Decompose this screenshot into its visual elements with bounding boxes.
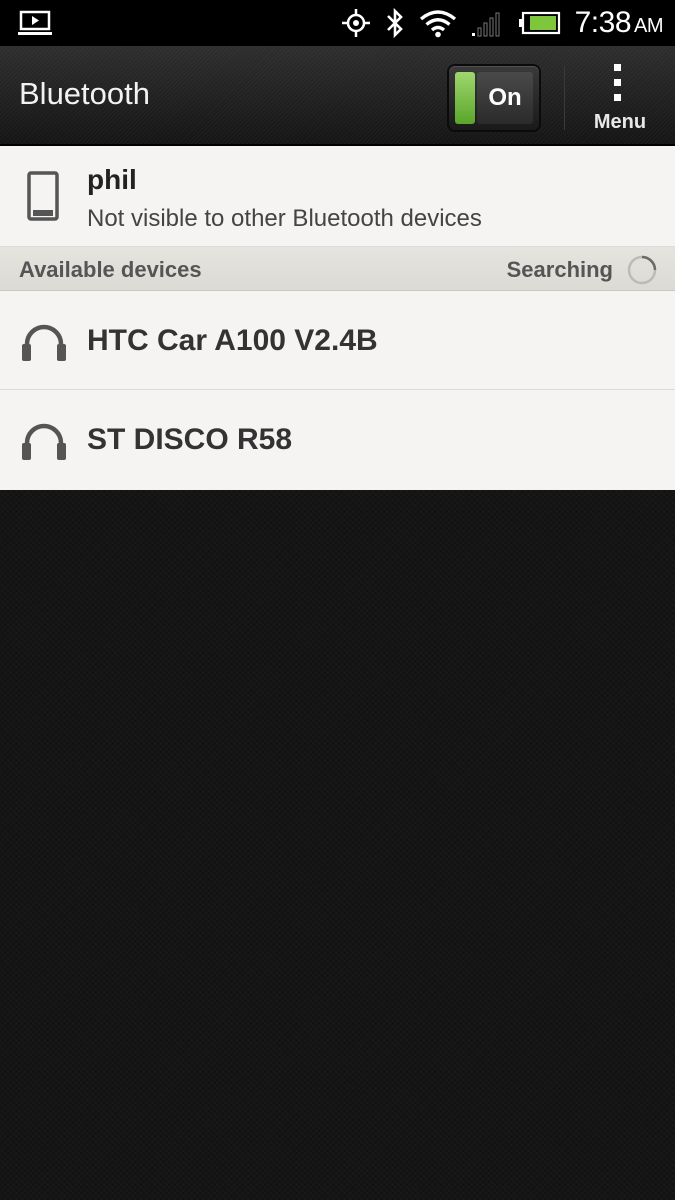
device-label: ST DISCO R58	[87, 423, 293, 456]
phone-icon	[27, 171, 59, 221]
status-icons: 7:38 AM	[341, 0, 664, 46]
overflow-menu-icon	[614, 64, 622, 104]
battery-icon	[518, 11, 561, 35]
bluetooth-toggle[interactable]: On	[449, 66, 539, 130]
action-bar-divider	[564, 66, 565, 130]
gps-icon	[341, 8, 371, 38]
headphones-icon	[21, 322, 67, 362]
searching-status: Searching	[506, 257, 613, 282]
section-title: Available devices	[19, 257, 202, 282]
list-item[interactable]: HTC Car A100 V2.4B	[0, 291, 675, 390]
headphones-icon	[21, 421, 67, 461]
clock: 7:38 AM	[574, 6, 664, 39]
list-item[interactable]: ST DISCO R58	[0, 390, 675, 489]
this-device-row[interactable]: phil Not visible to other Bluetooth devi…	[0, 146, 675, 247]
content-panel: phil Not visible to other Bluetooth devi…	[0, 146, 675, 490]
status-bar: 7:38 AM	[0, 0, 675, 46]
menu-label: Menu	[593, 111, 647, 133]
toggle-label: On	[477, 72, 533, 124]
signal-icon	[471, 9, 505, 37]
toggle-on-indicator	[455, 72, 475, 124]
screen-cast-icon	[18, 10, 52, 36]
device-label: HTC Car A100 V2.4B	[87, 324, 378, 357]
page-title: Bluetooth	[19, 76, 150, 111]
bluetooth-settings-screen: 7:38 AM Bluetooth On Menu phil Not visibl…	[0, 0, 675, 1200]
device-name: phil	[87, 164, 137, 195]
visibility-status: Not visible to other Bluetooth devices	[87, 205, 482, 232]
available-devices-header: Available devices Searching	[0, 247, 675, 291]
loading-spinner-icon	[626, 254, 658, 286]
action-bar: Bluetooth On Menu	[0, 46, 675, 146]
wifi-icon	[419, 8, 457, 38]
menu-button[interactable]: Menu	[576, 56, 664, 138]
bluetooth-icon	[385, 7, 405, 39]
